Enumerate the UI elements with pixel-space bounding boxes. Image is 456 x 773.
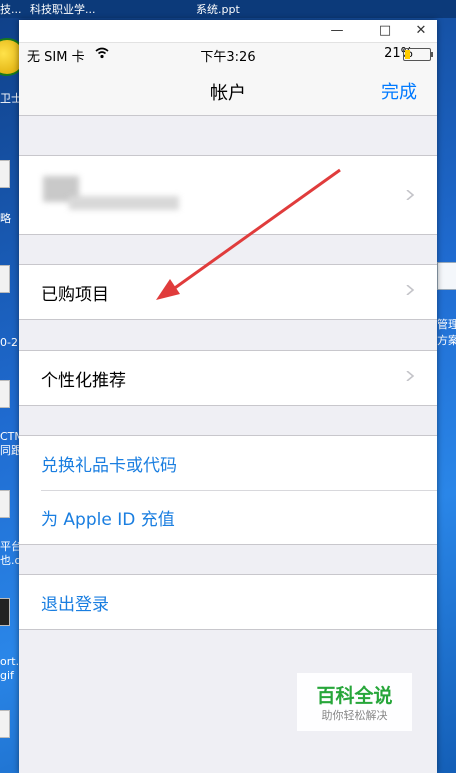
watermark-subtitle: 助你轻松解决 (321, 709, 388, 722)
annotation-arrow (156, 168, 341, 300)
watermark-title: 百科全说 (316, 685, 393, 707)
watermark: 百科全说 助你轻松解决 (297, 673, 412, 731)
